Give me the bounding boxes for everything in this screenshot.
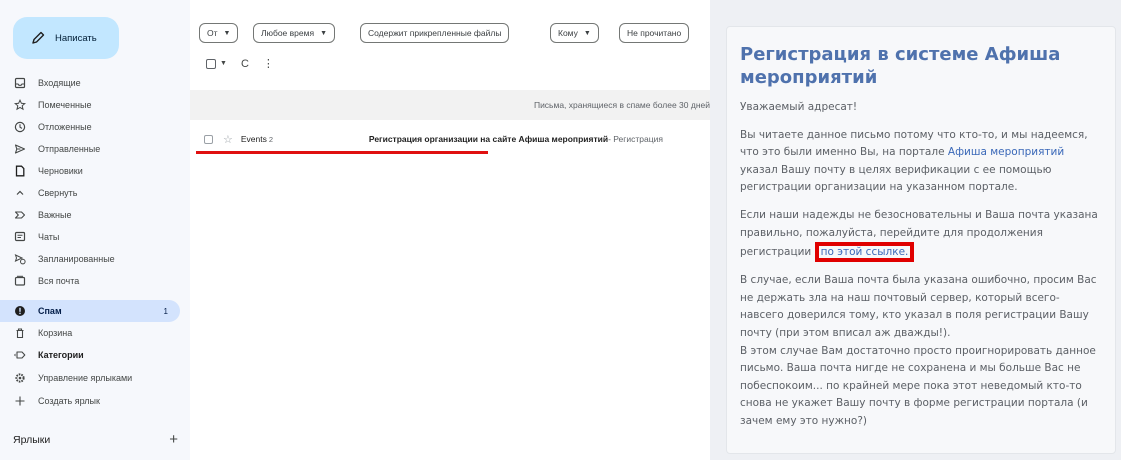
send-icon xyxy=(13,142,27,156)
add-label-button[interactable]: + xyxy=(169,431,178,448)
email-paragraph-3: В случае, если Ваша почта была указана о… xyxy=(740,274,1097,339)
select-all-control[interactable]: ▼ xyxy=(206,58,227,69)
chat-icon xyxy=(13,230,27,244)
filter-from-label: От xyxy=(207,28,218,38)
filter-time-chip[interactable]: Любое время ▼ xyxy=(253,23,335,43)
sidebar-item-label: Отправленные xyxy=(38,144,101,154)
inbox-icon xyxy=(13,76,27,90)
email-paragraph-4: В этом случае Вам достаточно просто прои… xyxy=(740,344,1096,427)
sidebar-item-important[interactable]: Важные xyxy=(0,204,180,226)
important-icon xyxy=(13,208,27,222)
sidebar-item-categories[interactable]: Категории xyxy=(0,344,180,366)
row-checkbox[interactable] xyxy=(204,134,213,144)
sidebar-item-label: Свернуть xyxy=(38,188,78,198)
sidebar-item-label: Важные xyxy=(38,210,72,220)
caret-down-icon: ▼ xyxy=(320,29,327,37)
sidebar-item-label: Корзина xyxy=(38,328,73,338)
filter-from-chip[interactable]: От ▼ xyxy=(199,23,239,43)
select-all-checkbox[interactable] xyxy=(206,58,216,69)
filter-time-label: Любое время xyxy=(261,28,315,38)
sidebar-item-label: Вся почта xyxy=(38,276,80,286)
p2-text-before: Если наши надежды не безосновательны и В… xyxy=(740,208,1098,259)
sidebar-item-label: Входящие xyxy=(38,78,81,88)
filter-to-chip[interactable]: Кому ▼ xyxy=(550,23,599,43)
email-body-panel: Регистрация в системе Афиша мероприятий … xyxy=(726,26,1116,454)
mail-toolbar: ▼ C ⋮ xyxy=(206,57,274,70)
filter-to-label: Кому xyxy=(558,28,578,38)
red-underline-annotation xyxy=(196,151,488,154)
sidebar-item-label: Управление ярлыками xyxy=(38,373,133,383)
sidebar-item-label: Запланированные xyxy=(38,254,115,264)
plus-icon xyxy=(13,394,27,408)
filter-unread-label: Не прочитано xyxy=(627,28,682,38)
sidebar: Написать Входящие Помеченные Отложенные … xyxy=(0,0,190,460)
caret-down-icon[interactable]: ▼ xyxy=(220,60,227,67)
portal-link[interactable]: Афиша мероприятий xyxy=(948,146,1064,158)
sidebar-item-sent[interactable]: Отправленные xyxy=(0,138,180,160)
compose-button[interactable]: Написать xyxy=(13,17,119,59)
mail-subject: Регистрация организации на сайте Афиша м… xyxy=(368,134,609,144)
draft-icon xyxy=(13,164,27,178)
caret-down-icon: ▼ xyxy=(583,29,591,37)
more-options-icon[interactable]: ⋮ xyxy=(263,57,274,70)
refresh-icon[interactable]: C xyxy=(241,58,249,70)
mail-row[interactable]: ☆ Events 2 Регистрация организации на сай… xyxy=(190,127,710,151)
mail-list-area: От ▼ Любое время ▼ Содержит прикрепленные … xyxy=(190,0,710,460)
sidebar-item-manage-labels[interactable]: Управление ярлыками xyxy=(0,367,180,389)
sidebar-item-label: Спам xyxy=(38,306,62,316)
sidebar-item-scheduled[interactable]: Запланированные xyxy=(0,248,180,270)
filter-unread-chip[interactable]: Не прочитано xyxy=(619,23,690,43)
registration-link[interactable]: по этой ссылке. xyxy=(821,246,909,258)
sidebar-item-chats[interactable]: Чаты xyxy=(0,226,180,248)
sidebar-item-label: Категории xyxy=(38,350,84,360)
thread-count: 2 xyxy=(268,135,274,144)
pencil-icon xyxy=(32,31,45,44)
sender-name: Events xyxy=(240,134,267,144)
trash-icon xyxy=(13,326,27,340)
spam-count-badge: 1 xyxy=(163,306,168,316)
clock-icon xyxy=(13,120,27,134)
sidebar-item-snoozed[interactable]: Отложенные xyxy=(0,116,180,138)
labels-heading: Ярлыки xyxy=(13,433,51,446)
sidebar-item-all-mail[interactable]: Вся почта xyxy=(0,270,180,292)
sidebar-item-label: Черновики xyxy=(38,166,83,176)
sidebar-item-create-label[interactable]: Создать ярлык xyxy=(0,390,180,412)
red-box-annotation: по этой ссылке. xyxy=(814,242,915,263)
spam-banner-text: Письма, хранящиеся в спаме более 30 дней xyxy=(533,100,710,110)
mail-snippet: - Регистрация xyxy=(608,134,663,144)
spam-info-banner: Письма, хранящиеся в спаме более 30 дней xyxy=(190,90,710,120)
email-paragraph-1: Вы читаете данное письмо потому что кто-… xyxy=(740,127,1103,197)
p1-text-after: указал Вашу почту в целях верификации с … xyxy=(740,163,1052,194)
sidebar-item-drafts[interactable]: Черновики xyxy=(0,160,180,182)
sidebar-item-label: Чаты xyxy=(38,232,60,242)
labels-section-header: Ярлыки + xyxy=(13,431,178,448)
chevron-up-icon xyxy=(13,186,27,200)
sidebar-item-trash[interactable]: Корзина xyxy=(0,322,180,344)
email-title: Регистрация в системе Афиша мероприятий xyxy=(740,44,1061,88)
sidebar-item-label: Отложенные xyxy=(38,122,92,132)
email-paragraph-2: Если наши надежды не безосновательны и В… xyxy=(740,207,1103,263)
star-icon xyxy=(13,98,27,112)
sidebar-item-label: Создать ярлык xyxy=(38,396,100,406)
scheduled-icon xyxy=(13,252,27,266)
filter-attachment-label: Содержит прикрепленные файлы xyxy=(368,28,502,38)
filter-attachment-chip[interactable]: Содержит прикрепленные файлы xyxy=(360,23,510,43)
sidebar-item-inbox[interactable]: Входящие xyxy=(0,72,180,94)
email-greeting: Уважаемый адресат! xyxy=(740,101,858,113)
mail-sender: Events 2 xyxy=(241,134,369,144)
star-icon[interactable]: ☆ xyxy=(223,133,233,146)
spam-icon xyxy=(13,304,27,318)
label-icon xyxy=(13,348,27,362)
sidebar-item-collapse[interactable]: Свернуть xyxy=(0,182,180,204)
sidebar-item-label: Помеченные xyxy=(38,100,92,110)
sidebar-item-starred[interactable]: Помеченные xyxy=(0,94,180,116)
compose-label: Написать xyxy=(55,32,97,44)
gear-icon xyxy=(13,371,27,385)
caret-down-icon: ▼ xyxy=(223,29,231,37)
sidebar-item-spam[interactable]: Спам 1 xyxy=(0,300,180,322)
all-mail-icon xyxy=(13,274,27,288)
